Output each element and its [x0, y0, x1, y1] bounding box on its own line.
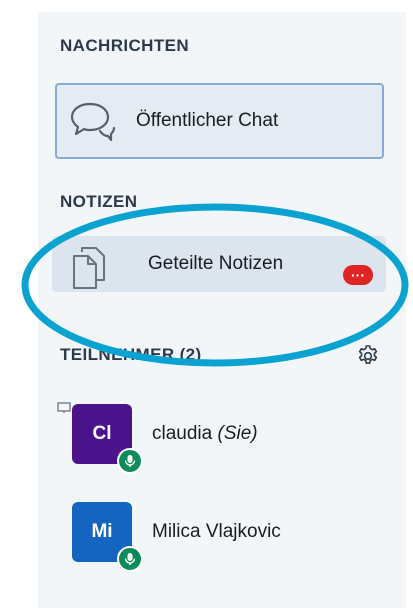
avatar-initials: Cl	[92, 423, 112, 444]
gear-icon[interactable]	[356, 344, 380, 368]
public-chat-label: Öffentlicher Chat	[136, 110, 279, 131]
messages-section-title: NACHRICHTEN	[60, 36, 190, 55]
notes-section-title: NOTIZEN	[60, 192, 138, 211]
user-self-marker: (Sie)	[212, 423, 258, 444]
participants-section-title: TEILNEHMER (2)	[60, 345, 202, 364]
microphone-icon	[117, 448, 143, 474]
user-name: Milica Vlajkovic	[152, 521, 281, 542]
chat-bubbles-icon	[70, 102, 116, 142]
copy-notes-icon	[73, 247, 105, 289]
shared-notes-item[interactable]: Geteilte Notizen	[52, 236, 386, 292]
user-name: claudia (Sie)	[152, 423, 258, 444]
shared-notes-label: Geteilte Notizen	[148, 253, 284, 274]
notes-unread-badge: ···	[343, 265, 373, 285]
presenter-icon	[57, 402, 71, 413]
public-chat-item[interactable]: Öffentlicher Chat	[55, 83, 384, 159]
avatar-initials: Mi	[91, 521, 113, 542]
microphone-icon	[117, 546, 143, 572]
